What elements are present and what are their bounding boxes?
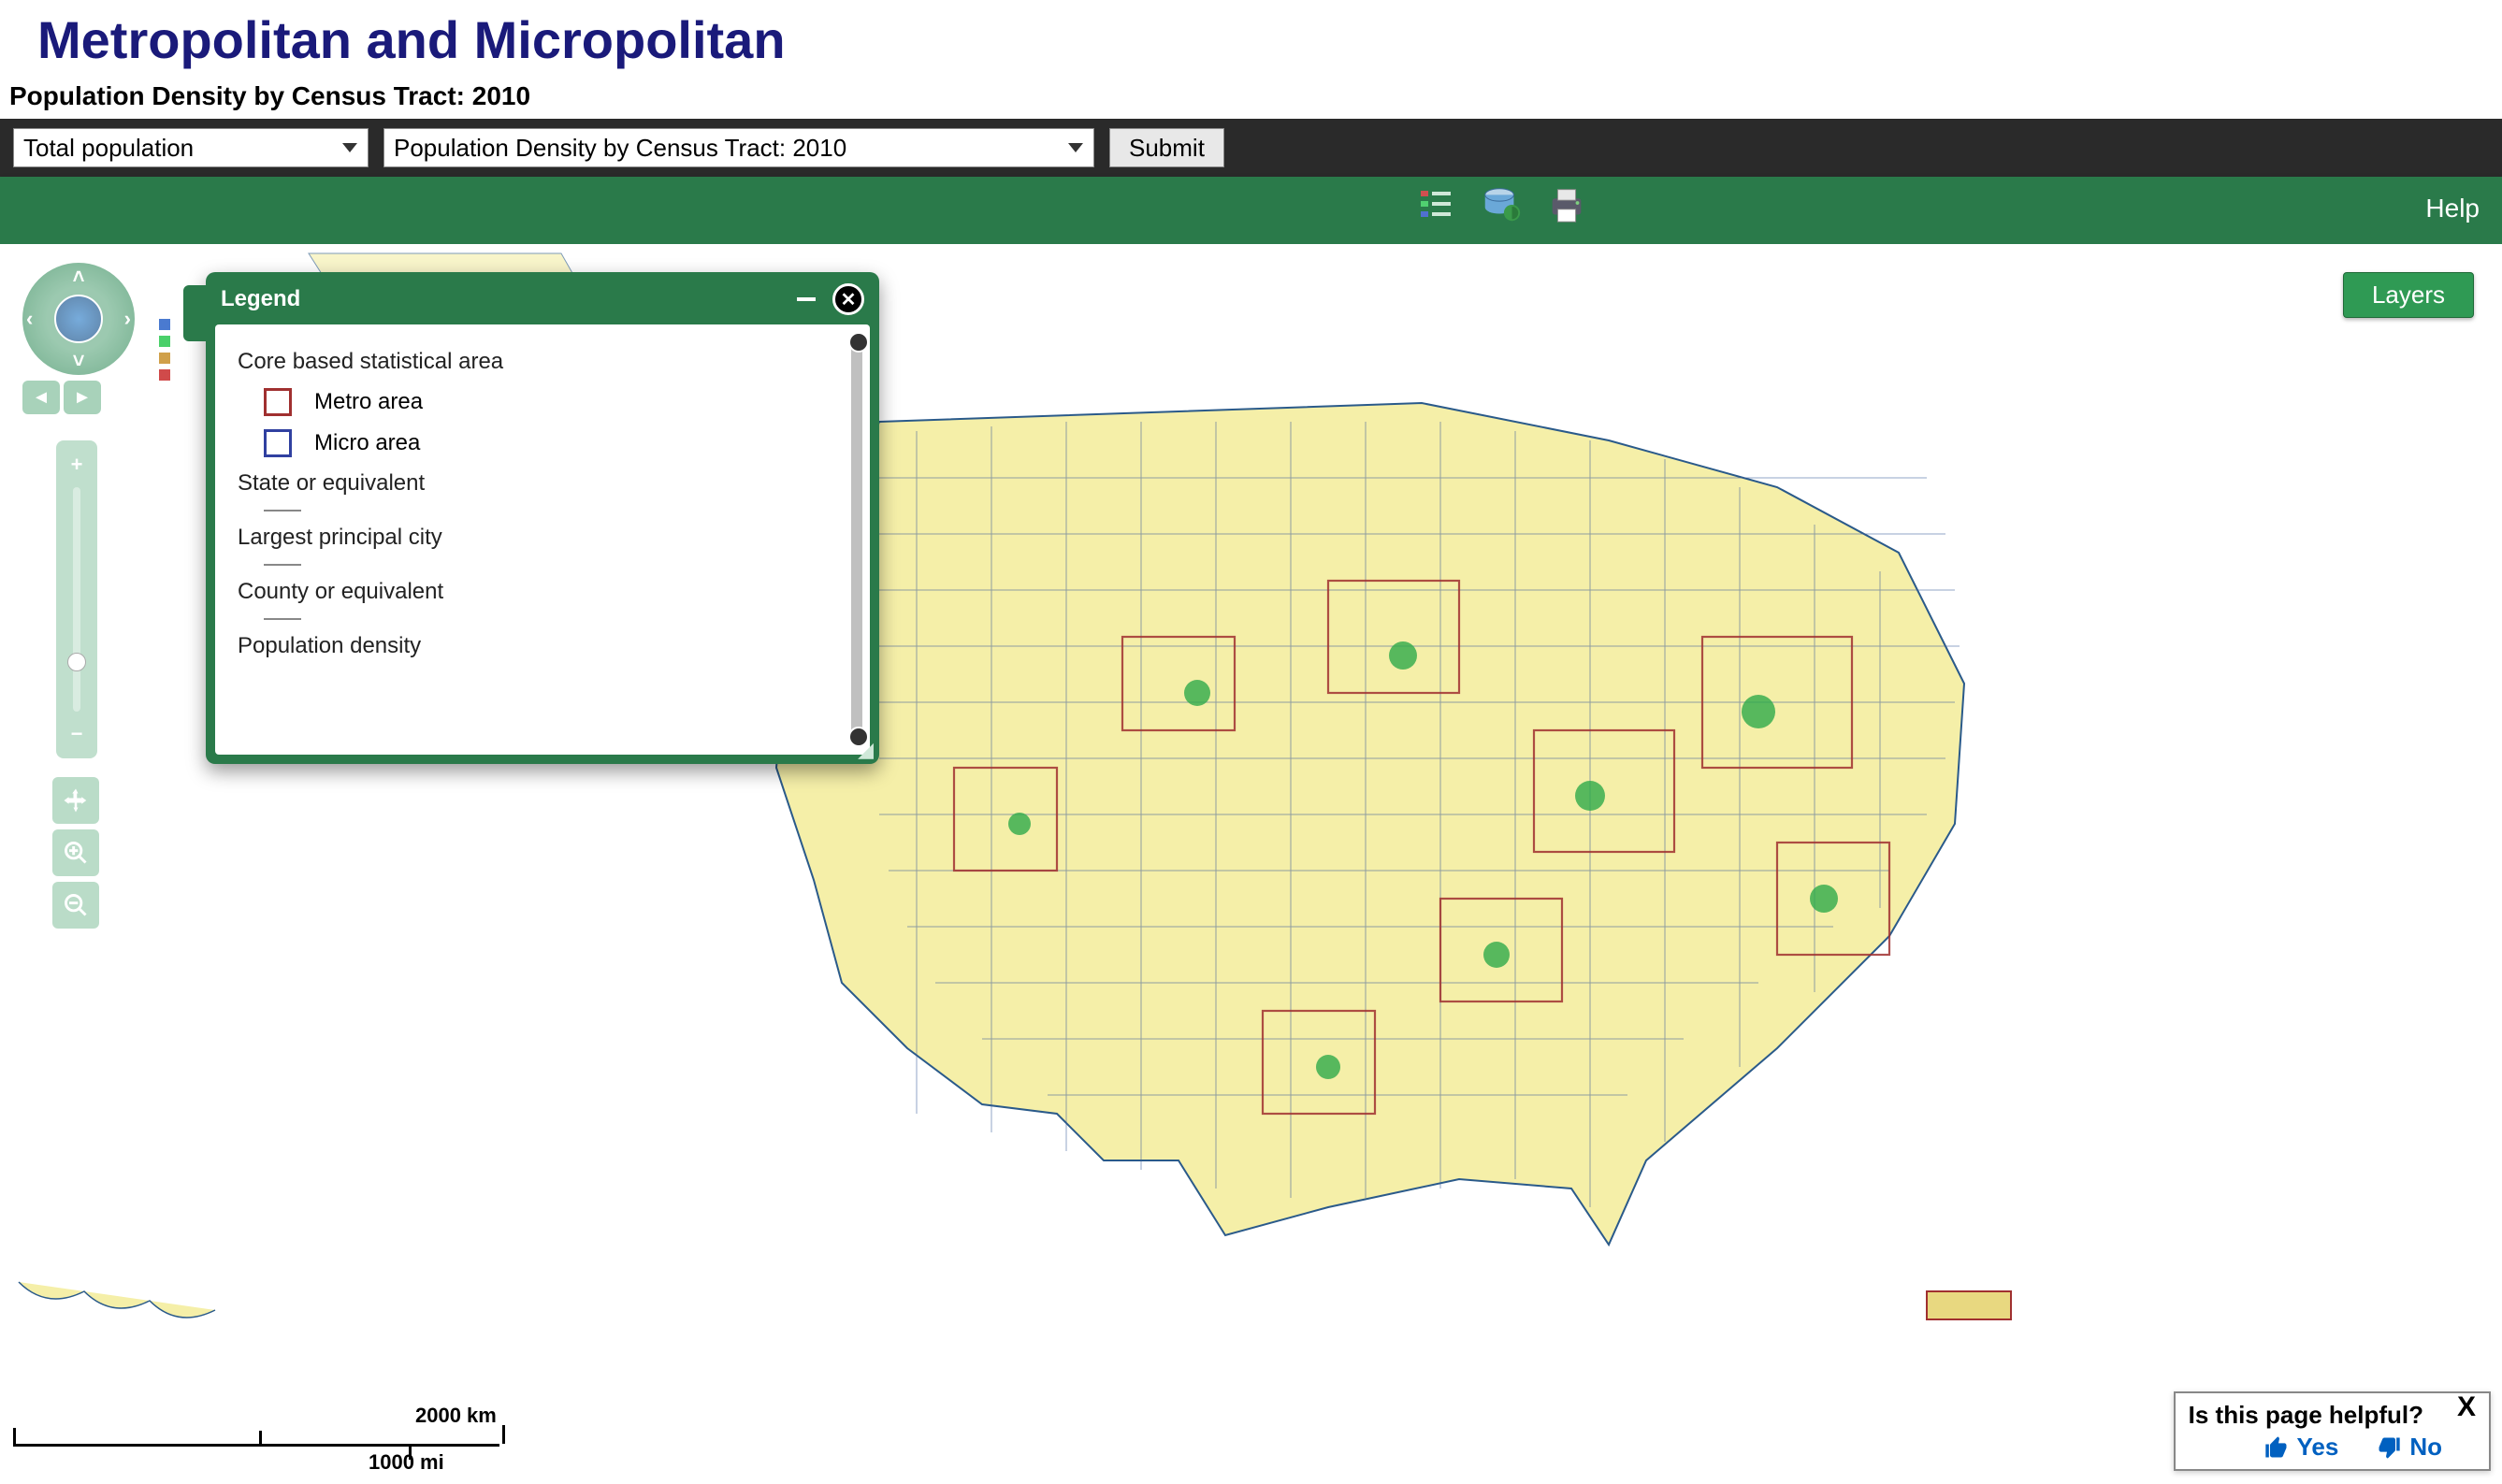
pan-west-icon[interactable]: ‹ [26, 307, 33, 331]
legend-minimize-button[interactable] [797, 297, 816, 301]
prev-extent-button[interactable]: ◄ [22, 381, 60, 414]
pan-east-icon[interactable]: › [124, 307, 131, 331]
micro-swatch-icon [264, 429, 292, 457]
scale-label-km: 2000 km [415, 1404, 497, 1428]
pan-tool-button[interactable] [52, 777, 99, 824]
pan-north-icon[interactable]: ˄ [73, 265, 85, 289]
legend-close-button[interactable]: ✕ [832, 283, 864, 315]
globe-icon[interactable] [54, 295, 103, 343]
scale-label-mi: 1000 mi [369, 1450, 444, 1475]
page-title: Metropolitan and Micropolitan [0, 0, 2502, 78]
legend-color-dots [159, 319, 170, 381]
zoom-box-in-button[interactable] [52, 829, 99, 876]
help-link[interactable]: Help [2425, 194, 2480, 223]
state-line-symbol-icon [264, 510, 301, 511]
thumbs-up-icon [2263, 1434, 2290, 1461]
legend-label-metro: Metro area [314, 389, 423, 415]
legend-toggle-icon[interactable] [1412, 180, 1459, 227]
data-layers-icon[interactable] [1478, 180, 1525, 227]
legend-section-cbsa: Core based statistical area [238, 349, 847, 375]
map-nav-cluster: ˄ ˅ › ‹ ◄ ► [22, 263, 135, 414]
dataset-select[interactable]: Population Density by Census Tract: 2010 [383, 128, 1094, 167]
pan-compass[interactable]: ˄ ˅ › ‹ [22, 263, 135, 375]
zoom-track[interactable] [73, 487, 80, 712]
map-canvas[interactable]: ˄ ˅ › ‹ ◄ ► + − Legend [0, 244, 2502, 1478]
county-line-symbol-icon [264, 618, 301, 620]
metro-swatch-icon [264, 388, 292, 416]
legend-label-micro: Micro area [314, 430, 420, 456]
layers-button[interactable]: Layers [2343, 272, 2474, 318]
legend-scrollbar[interactable] [851, 334, 862, 745]
feedback-no-label: No [2409, 1433, 2442, 1462]
legend-section-state: State or equivalent [238, 470, 847, 497]
zoom-in-button[interactable]: + [62, 450, 92, 480]
zoom-box-out-button[interactable] [52, 882, 99, 929]
legend-body: Core based statistical area Metro area M… [215, 324, 870, 755]
thumbs-down-icon [2376, 1434, 2402, 1461]
legend-panel: Legend ✕ Core based statistical area Met… [206, 272, 879, 764]
next-extent-button[interactable]: ► [64, 381, 101, 414]
submit-button[interactable]: Submit [1109, 128, 1224, 167]
legend-section-density: Population density [238, 633, 847, 659]
print-icon[interactable] [1543, 180, 1590, 227]
city-line-symbol-icon [264, 564, 301, 566]
zoom-thumb[interactable] [67, 653, 86, 671]
feedback-yes-button[interactable]: Yes [2263, 1433, 2339, 1462]
zoom-out-button[interactable]: − [62, 719, 92, 749]
page-subtitle: Population Density by Census Tract: 2010 [0, 78, 2502, 119]
query-bar: Total population Population Density by C… [0, 119, 2502, 177]
legend-title: Legend [221, 286, 797, 312]
legend-tab-handle[interactable] [183, 285, 206, 341]
feedback-widget: Is this page helpful? X Yes No [2174, 1391, 2491, 1471]
feedback-no-button[interactable]: No [2376, 1433, 2442, 1462]
feedback-close-button[interactable]: X [2457, 1391, 2476, 1423]
feedback-question: Is this page helpful? [2189, 1401, 2423, 1430]
legend-section-city: Largest principal city [238, 525, 847, 551]
map-toolbar: Help [0, 177, 2502, 244]
pan-south-icon[interactable]: ˅ [73, 349, 85, 373]
legend-resize-handle[interactable]: ◢ [858, 738, 874, 762]
topic-select[interactable]: Total population [13, 128, 369, 167]
legend-section-county: County or equivalent [238, 579, 847, 605]
zoom-slider[interactable]: + − [56, 440, 97, 758]
feedback-yes-label: Yes [2297, 1433, 2339, 1462]
